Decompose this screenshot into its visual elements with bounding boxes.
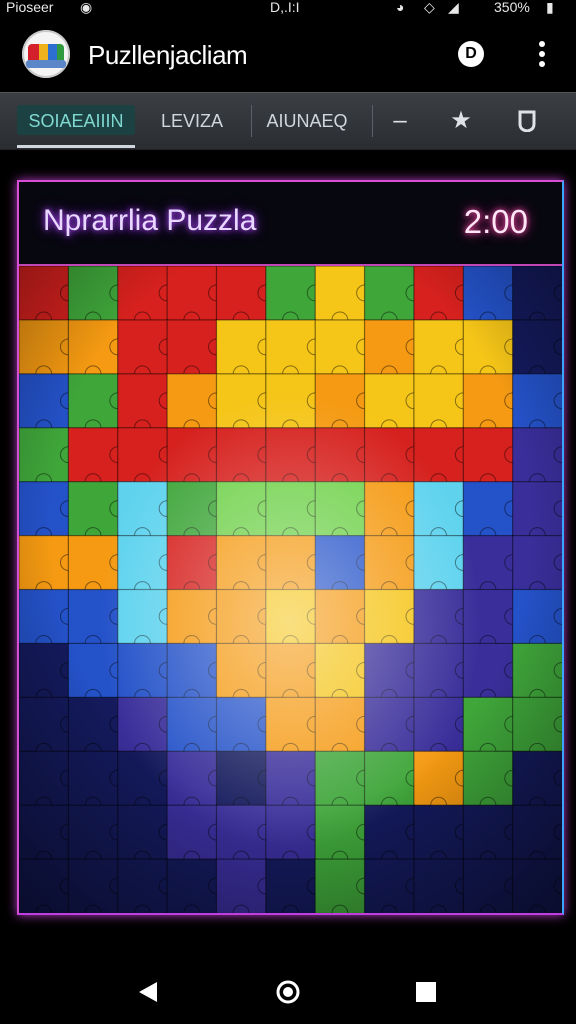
wifi-icon: ◇: [424, 0, 435, 15]
tab-bar: SOIAEAIIIN LEVIZA AIUNAEQ – ★: [0, 92, 576, 150]
back-triangle-icon[interactable]: [137, 980, 159, 1004]
battery-percent: 350%: [494, 0, 530, 15]
tab-label: AIUNAEQ: [266, 111, 348, 131]
coin-icon[interactable]: D: [458, 41, 484, 67]
tab-label: LEVIZA: [160, 111, 224, 131]
app-bar: Puzllenjacliam D: [0, 18, 576, 90]
tab-divider: [251, 105, 252, 137]
star-icon[interactable]: ★: [441, 93, 481, 149]
tab-label: SOIAEAIIIN: [28, 111, 124, 131]
signal-icon: ◢: [448, 0, 459, 15]
status-bar: Pioseer ◉ D,.I:I ◕ ◇ ◢ 350% ▮: [0, 0, 576, 18]
tab-levels[interactable]: LEVIZA: [150, 93, 234, 149]
tab-divider: [372, 105, 373, 137]
tab-achievements[interactable]: AIUNAEQ: [262, 93, 352, 149]
puzzle-title: Nprarrlia Puzzla: [43, 204, 257, 237]
tab-solitaire[interactable]: SOIAEAIIIN: [17, 93, 135, 149]
alarm-icon: ◕: [396, 0, 405, 15]
shield-icon[interactable]: [507, 93, 547, 149]
status-carrier: Pioseer: [6, 0, 54, 15]
status-clock: D,.I:I: [270, 0, 300, 15]
battery-icon: ▮: [546, 0, 554, 15]
board-vignette: [19, 266, 562, 913]
puzzle-board[interactable]: [19, 266, 562, 913]
nav-bar: [0, 960, 576, 1024]
logo-band: [26, 60, 66, 68]
notification-icon: ◉: [80, 0, 93, 15]
app-title: Puzllenjacliam: [88, 40, 248, 70]
home-circle-icon[interactable]: [275, 979, 301, 1005]
recents-square-icon[interactable]: [415, 981, 437, 1003]
minus-icon[interactable]: –: [380, 93, 420, 149]
puzzle-frame: Nprarrlia Puzzla 2:00: [17, 180, 564, 915]
puzzle-timer: 2:00: [463, 203, 528, 240]
puzzle-header: Nprarrlia Puzzla 2:00: [19, 182, 562, 266]
more-vert-icon[interactable]: [530, 40, 554, 68]
app-logo-icon[interactable]: [22, 30, 70, 78]
